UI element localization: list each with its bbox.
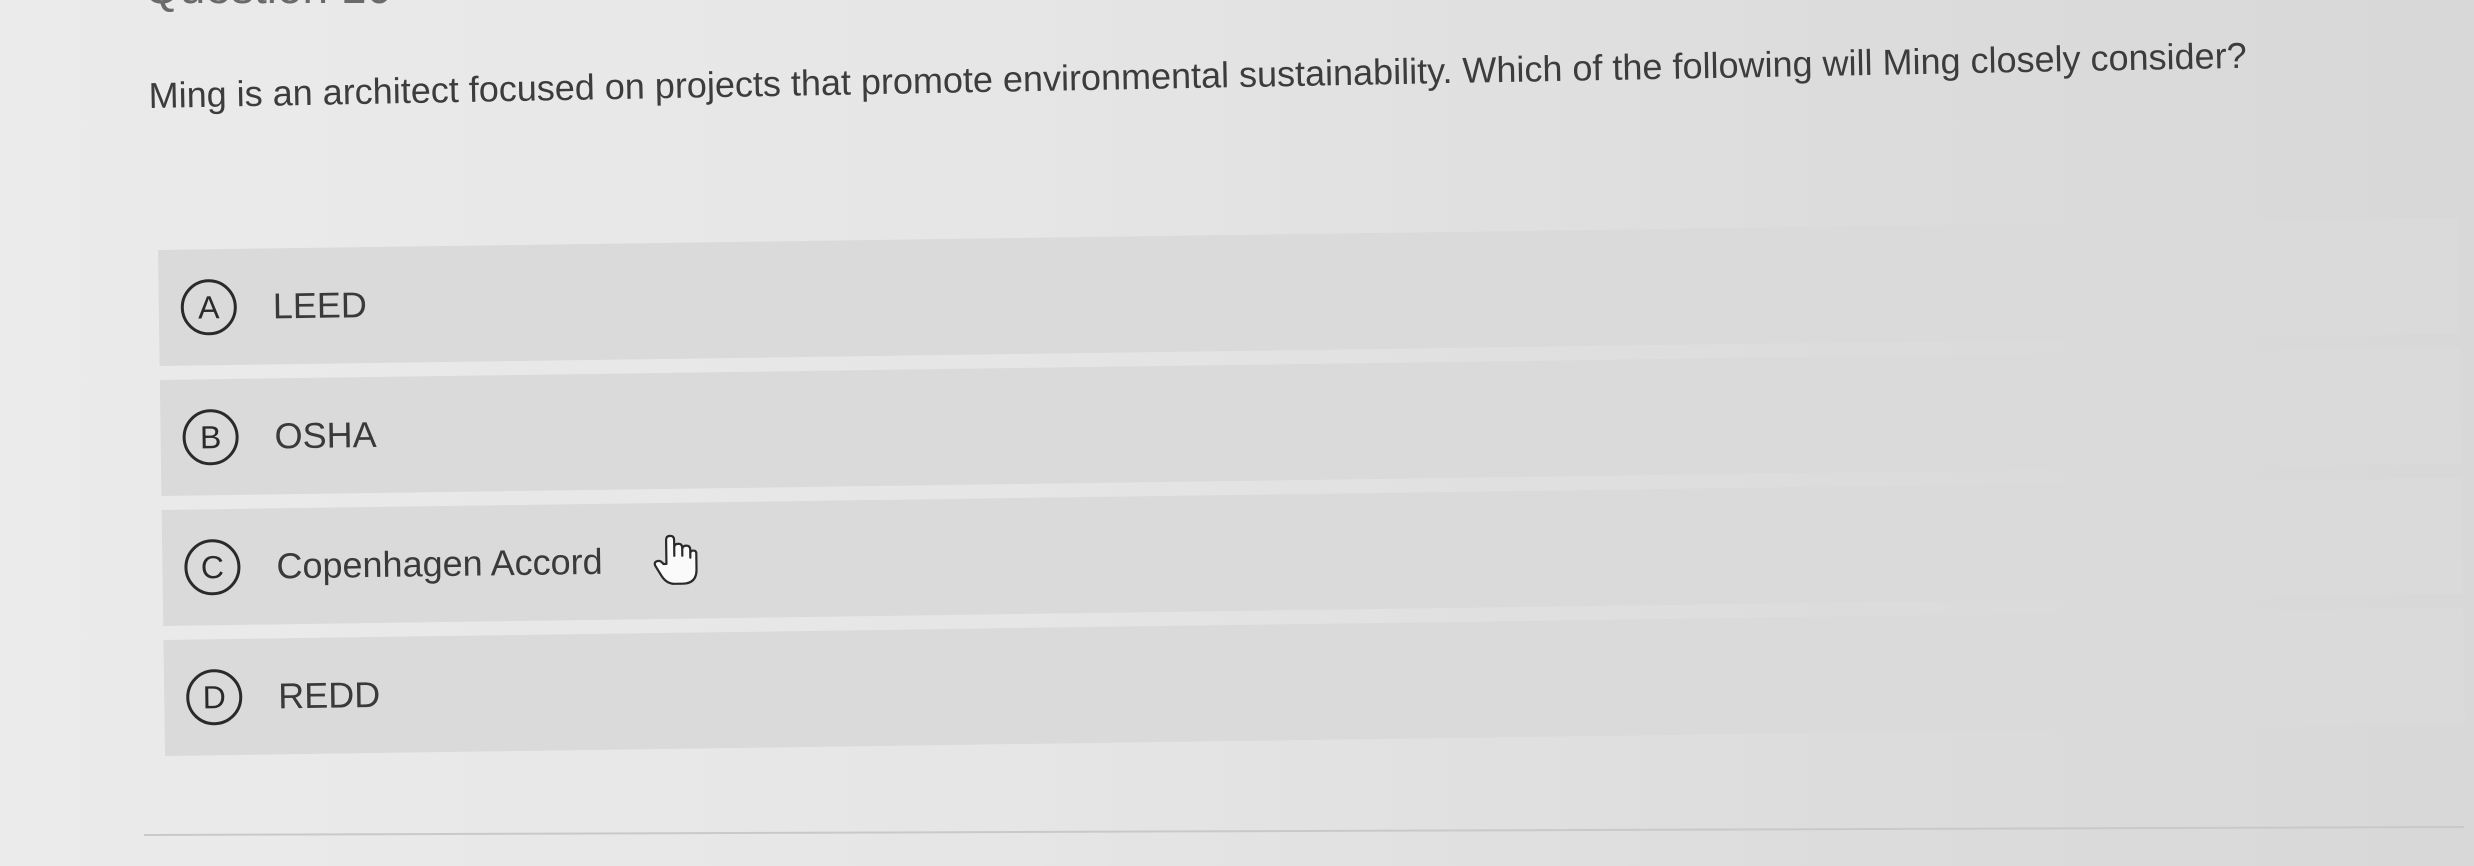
divider [144,825,2464,837]
option-c-label: Copenhagen Accord [276,540,603,587]
option-b[interactable]: B OSHA [159,347,2462,496]
answer-options: A LEED B OSHA C Copenhagen Accord D REDD [158,217,2465,770]
question-text: Ming is an architect focused on projects… [148,34,2247,116]
option-c[interactable]: C Copenhagen Accord [161,477,2464,626]
option-c-letter: C [184,538,241,596]
question-heading: Question 10 [144,0,392,14]
option-b-label: OSHA [274,413,377,457]
option-a-letter: A [180,278,238,336]
option-a[interactable]: A LEED [158,217,2460,366]
option-b-letter: B [182,408,240,466]
pointer-hand-icon [653,534,698,585]
option-d[interactable]: D REDD [163,607,2465,756]
option-d-letter: D [185,668,243,726]
option-d-label: REDD [277,673,381,717]
option-a-label: LEED [272,284,368,327]
